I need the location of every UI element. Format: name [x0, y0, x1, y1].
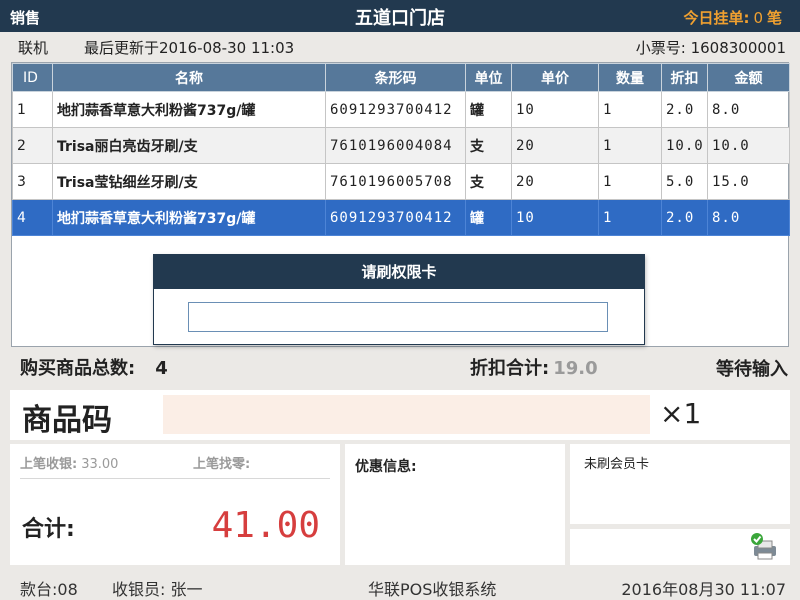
discount-total-label: 折扣合计:: [470, 358, 550, 379]
cell-price: 20: [511, 127, 599, 164]
table-row[interactable]: 1 地扪蒜香草意大利粉酱737g/罐 6091293700412 罐 10 1 …: [12, 91, 790, 128]
pending-orders-label: 今日挂单:: [683, 9, 750, 27]
ticket-value: 1608300001: [690, 39, 786, 57]
cell-barcode: 7610196004084: [325, 127, 466, 164]
cell-amount: 10.0: [707, 127, 790, 164]
cell-name: 地扪蒜香草意大利粉酱737g/罐: [52, 91, 326, 128]
cell-name: 地扪蒜香草意大利粉酱737g/罐: [52, 199, 326, 236]
summary-row: 购买商品总数: 4 折扣合计: 19.0 等待输入: [0, 350, 800, 382]
status-footer: 款台:08 收银员: 张一 华联POS收银系统 2016年08月30 11:07: [0, 572, 800, 600]
system-name: 华联POS收银系统: [368, 580, 497, 599]
cell-amount: 8.0: [707, 91, 790, 128]
cell-unit: 罐: [465, 199, 512, 236]
cell-discount: 2.0: [661, 199, 708, 236]
info-row: 联机 最后更新于2016-08-30 11:03 小票号: 1608300001: [0, 33, 800, 60]
cell-discount: 2.0: [661, 91, 708, 128]
total-items-label: 购买商品总数:: [20, 358, 136, 379]
items-table: ID 名称 条形码 单位 单价 数量 折扣 金额 1 地扪蒜香草意大利粉酱737…: [12, 63, 790, 236]
cell-unit: 罐: [465, 91, 512, 128]
totals-panel: 上笔收银: 33.00 上笔找零: 合计: 41.00: [10, 444, 340, 565]
auth-card-input[interactable]: [188, 302, 608, 332]
cell-amount: 15.0: [707, 163, 790, 200]
last-updated: 最后更新于2016-08-30 11:03: [84, 39, 295, 57]
divider: [20, 478, 330, 479]
cell-barcode: 6091293700412: [325, 199, 466, 236]
product-code-input[interactable]: [163, 395, 650, 434]
col-header-unit[interactable]: 单位: [465, 63, 512, 92]
total-items: 购买商品总数: 4: [20, 354, 168, 380]
printer-ok-icon[interactable]: [750, 532, 780, 566]
product-code-label: 商品码: [22, 403, 112, 438]
cell-qty: 1: [598, 199, 662, 236]
cell-unit: 支: [465, 163, 512, 200]
discount-total-value: 19.0: [553, 358, 598, 379]
ticket-number: 小票号: 1608300001: [636, 37, 786, 58]
member-panel[interactable]: 未刷会员卡: [570, 444, 790, 524]
cell-name: Trisa莹钻细丝牙刷/支: [52, 163, 326, 200]
col-header-name[interactable]: 名称: [52, 63, 326, 92]
cell-amount: 8.0: [707, 199, 790, 236]
total-amount: 41.00: [211, 505, 320, 546]
table-row[interactable]: 2 Trisa丽白亮齿牙刷/支 7610196004084 支 20 1 10.…: [12, 127, 790, 164]
last-received-value: 33.00: [81, 457, 119, 472]
col-header-amount[interactable]: 金额: [707, 63, 790, 92]
col-header-price[interactable]: 单价: [511, 63, 599, 92]
last-received-label: 上笔收银:: [20, 457, 78, 472]
cell-unit: 支: [465, 127, 512, 164]
cell-price: 10: [511, 91, 599, 128]
last-change-label: 上笔找零:: [193, 457, 251, 472]
pending-orders-count: 0: [753, 9, 763, 27]
store-name: 五道口门店: [355, 8, 445, 29]
cell-id: 4: [12, 199, 53, 236]
cell-qty: 1: [598, 163, 662, 200]
terminal-number: 款台:08: [20, 580, 78, 599]
cashier-name: 收银员: 张一: [112, 580, 203, 599]
col-header-qty[interactable]: 数量: [598, 63, 662, 92]
total-label: 合计:: [22, 517, 75, 542]
auth-card-dialog: 请刷权限卡: [153, 254, 645, 345]
table-header-row: ID 名称 条形码 单位 单价 数量 折扣 金额: [12, 63, 790, 92]
ticket-label: 小票号:: [635, 39, 686, 57]
cell-id: 3: [12, 163, 53, 200]
cell-qty: 1: [598, 127, 662, 164]
cell-price: 20: [511, 163, 599, 200]
title-bar: 销售 五道口门店 今日挂单: 0 笔: [0, 0, 800, 32]
table-row-selected[interactable]: 4 地扪蒜香草意大利粉酱737g/罐 6091293700412 罐 10 1 …: [12, 199, 790, 236]
promotion-panel: 优惠信息:: [345, 444, 565, 565]
col-header-barcode[interactable]: 条形码: [325, 63, 466, 92]
last-change: 上笔找零:: [193, 453, 250, 472]
product-code-bar: 商品码 ×1: [10, 390, 790, 440]
input-status: 等待输入: [716, 359, 788, 380]
pending-orders-unit: 笔: [766, 9, 782, 27]
col-header-id[interactable]: ID: [12, 63, 53, 92]
last-received: 上笔收银: 33.00: [20, 453, 118, 472]
cell-barcode: 7610196005708: [325, 163, 466, 200]
table-row[interactable]: 3 Trisa莹钻细丝牙刷/支 7610196005708 支 20 1 5.0…: [12, 163, 790, 200]
cell-id: 2: [12, 127, 53, 164]
promotion-label: 优惠信息:: [355, 459, 417, 475]
cell-discount: 10.0: [661, 127, 708, 164]
pending-orders[interactable]: 今日挂单: 0 笔: [683, 7, 782, 28]
cell-discount: 5.0: [661, 163, 708, 200]
cell-price: 10: [511, 199, 599, 236]
total-items-value: 4: [155, 358, 168, 379]
col-header-discount[interactable]: 折扣: [661, 63, 708, 92]
printer-panel: [570, 529, 790, 565]
member-card-status: 未刷会员卡: [584, 457, 650, 472]
cell-name: Trisa丽白亮齿牙刷/支: [52, 127, 326, 164]
current-datetime: 2016年08月30 11:07: [621, 580, 786, 599]
cell-barcode: 6091293700412: [325, 91, 466, 128]
cell-id: 1: [12, 91, 53, 128]
quantity-multiplier[interactable]: ×1: [660, 397, 701, 430]
discount-total: 折扣合计: 19.0: [470, 354, 598, 380]
connection-status: 联机: [18, 39, 49, 57]
dialog-title: 请刷权限卡: [154, 255, 644, 289]
cell-qty: 1: [598, 91, 662, 128]
